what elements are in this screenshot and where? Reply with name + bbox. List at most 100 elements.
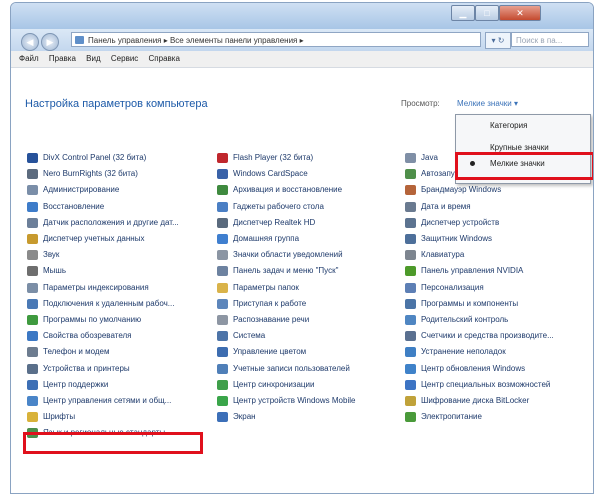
menu-help[interactable]: Справка	[149, 51, 180, 67]
control-panel-item-label: Учетные записи пользователей	[233, 363, 350, 373]
page-title: Настройка параметров компьютера	[25, 98, 208, 110]
control-panel-item[interactable]: Параметры индексирования	[27, 282, 227, 294]
back-button[interactable]: ◀	[21, 33, 39, 51]
control-panel-item-label: Панель задач и меню "Пуск"	[233, 266, 339, 276]
control-panel-item-label: Телефон и модем	[43, 347, 110, 357]
bitlocker-icon	[405, 396, 416, 406]
refresh-button[interactable]: ▾ ↻	[485, 32, 511, 49]
control-panel-item[interactable]: Домашняя группа	[217, 233, 417, 245]
control-panel-item[interactable]: Программы и компоненты	[405, 298, 593, 310]
action-center-icon	[27, 379, 38, 390]
close-button[interactable]: ✕	[499, 5, 541, 21]
control-panel-item[interactable]: Восстановление	[27, 201, 227, 213]
control-panel-item[interactable]: DivX Control Panel (32 бита)	[27, 152, 227, 164]
control-panel-item[interactable]: Защитник Windows	[405, 233, 593, 245]
control-panel-item[interactable]: Панель управления NVIDIA	[405, 265, 593, 277]
control-panel-item-label: Архивация и восстановление	[233, 185, 343, 195]
remote-desktop-icon	[27, 298, 38, 309]
maximize-icon: □	[484, 8, 490, 18]
control-panel-item[interactable]: Система	[217, 330, 417, 342]
control-panel-item[interactable]: Устранение неполадок	[405, 346, 593, 358]
minimize-button[interactable]: ▁	[451, 5, 475, 21]
control-panel-item[interactable]: Родительский контроль	[405, 314, 593, 326]
control-panel-item-label: Диспетчер устройств	[421, 217, 500, 227]
control-panel-item[interactable]: Дата и время	[405, 201, 593, 213]
view-by-dropdown[interactable]: Мелкие значки ▾	[457, 99, 518, 108]
minimize-icon: ▁	[459, 8, 467, 18]
control-panel-item-label: Центр устройств Windows Mobile	[233, 396, 356, 405]
control-panel-item[interactable]: Центр устройств Windows Mobile	[217, 395, 417, 407]
control-panel-item-label: Электропитание	[421, 412, 482, 422]
control-panel-item[interactable]: Телефон и модем	[27, 346, 227, 358]
control-panel-item[interactable]: Подключения к удаленным рабоч...	[27, 298, 227, 310]
control-panel-item-label: Значки области уведомлений	[233, 250, 343, 260]
forward-button[interactable]: ▶	[41, 33, 59, 51]
view-option-category[interactable]: Категория	[456, 117, 590, 135]
control-panel-item-label: Родительский контроль	[421, 315, 509, 324]
control-panel-item[interactable]: Администрирование	[27, 184, 227, 196]
divx-icon	[27, 153, 38, 163]
control-panel-item[interactable]: Диспетчер учетных данных	[27, 233, 227, 245]
control-panel-item[interactable]: Шрифты	[27, 411, 227, 423]
control-panel-item[interactable]: Центр специальных возможностей	[405, 379, 593, 391]
view-by-label: Просмотр:	[401, 99, 440, 108]
control-panel-item-label: Восстановление	[43, 201, 105, 211]
menu-file[interactable]: Файл	[19, 51, 39, 67]
control-panel-item[interactable]: Устройства и принтеры	[27, 363, 227, 375]
control-panel-item[interactable]: Центр поддержки	[27, 379, 227, 391]
control-panel-item[interactable]: Центр управления сетями и общ...	[27, 395, 227, 407]
control-panel-item[interactable]: Свойства обозревателя	[27, 330, 227, 342]
control-panel-item[interactable]: Flash Player (32 бита)	[217, 152, 417, 164]
control-panel-item[interactable]: Параметры папок	[217, 282, 417, 294]
maximize-button[interactable]: □	[475, 5, 499, 21]
control-panel-item[interactable]: Шифрование диска BitLocker	[405, 395, 593, 407]
address-text: Панель управления ▸ Все элементы панели …	[88, 36, 304, 45]
control-panel-item[interactable]: Датчик расположения и другие дат...	[27, 217, 227, 229]
personalization-icon	[405, 282, 416, 293]
control-panel-item[interactable]: Персонализация	[405, 282, 593, 294]
control-panel-item[interactable]: Центр обновления Windows	[405, 363, 593, 375]
network-center-icon	[27, 396, 38, 406]
control-panel-item[interactable]: Диспетчер Realtek HD	[217, 217, 417, 229]
folder-options-icon	[217, 282, 228, 293]
control-panel-item[interactable]: Звук	[27, 249, 227, 261]
control-panel-item[interactable]: Счетчики и средства производите...	[405, 330, 593, 342]
control-panel-item[interactable]: Клавиатура	[405, 249, 593, 261]
menu-view[interactable]: Вид	[86, 51, 100, 67]
control-panel-item[interactable]: Значки области уведомлений	[217, 249, 417, 261]
control-panel-item[interactable]: Программы по умолчанию	[27, 314, 227, 326]
control-panel-item-label: Приступая к работе	[233, 298, 307, 308]
control-panel-item[interactable]: Архивация и восстановление	[217, 184, 417, 196]
close-icon: ✕	[516, 8, 524, 18]
control-panel-item-label: Диспетчер Realtek HD	[233, 217, 316, 227]
control-panel-item[interactable]: Мышь	[27, 265, 227, 277]
search-input[interactable]: Поиск в па...	[511, 32, 589, 47]
control-panel-item[interactable]: Центр синхронизации	[217, 379, 417, 391]
backup-icon	[217, 185, 228, 196]
control-panel-item-label: Устройства и принтеры	[43, 363, 130, 373]
address-field[interactable]: Панель управления ▸ Все элементы панели …	[71, 32, 481, 47]
control-panel-item[interactable]: Брандмауэр Windows	[405, 184, 593, 196]
windows-mobile-icon	[217, 396, 228, 406]
control-panel-item-label: Центр поддержки	[43, 379, 109, 389]
control-panel-item[interactable]: Приступая к работе	[217, 298, 417, 310]
control-panel-item-label: Flash Player (32 бита)	[233, 153, 314, 162]
menu-edit[interactable]: Правка	[49, 51, 76, 67]
control-panel-item[interactable]: Nero BurnRights (32 бита)	[27, 168, 227, 180]
menu-tools[interactable]: Сервис	[111, 51, 138, 67]
control-panel-item-label: Устранение неполадок	[421, 347, 506, 357]
control-panel-item[interactable]: Электропитание	[405, 411, 593, 423]
control-panel-item[interactable]: Распознавание речи	[217, 314, 417, 326]
fonts-icon	[27, 412, 38, 423]
control-panel-item[interactable]: Диспетчер устройств	[405, 217, 593, 229]
control-panel-item[interactable]: Windows CardSpace	[217, 168, 417, 180]
control-panel-item-label: Nero BurnRights (32 бита)	[43, 169, 138, 179]
control-panel-item[interactable]: Экран	[217, 411, 417, 423]
control-panel-item[interactable]: Панель задач и меню "Пуск"	[217, 265, 417, 277]
control-panel-item[interactable]: Учетные записи пользователей	[217, 363, 417, 375]
system-icon	[217, 331, 228, 342]
control-panel-item[interactable]: Гаджеты рабочего стола	[217, 201, 417, 213]
color-management-icon	[217, 347, 228, 358]
control-panel-item[interactable]: Управление цветом	[217, 346, 417, 358]
indexing-icon	[27, 282, 38, 293]
